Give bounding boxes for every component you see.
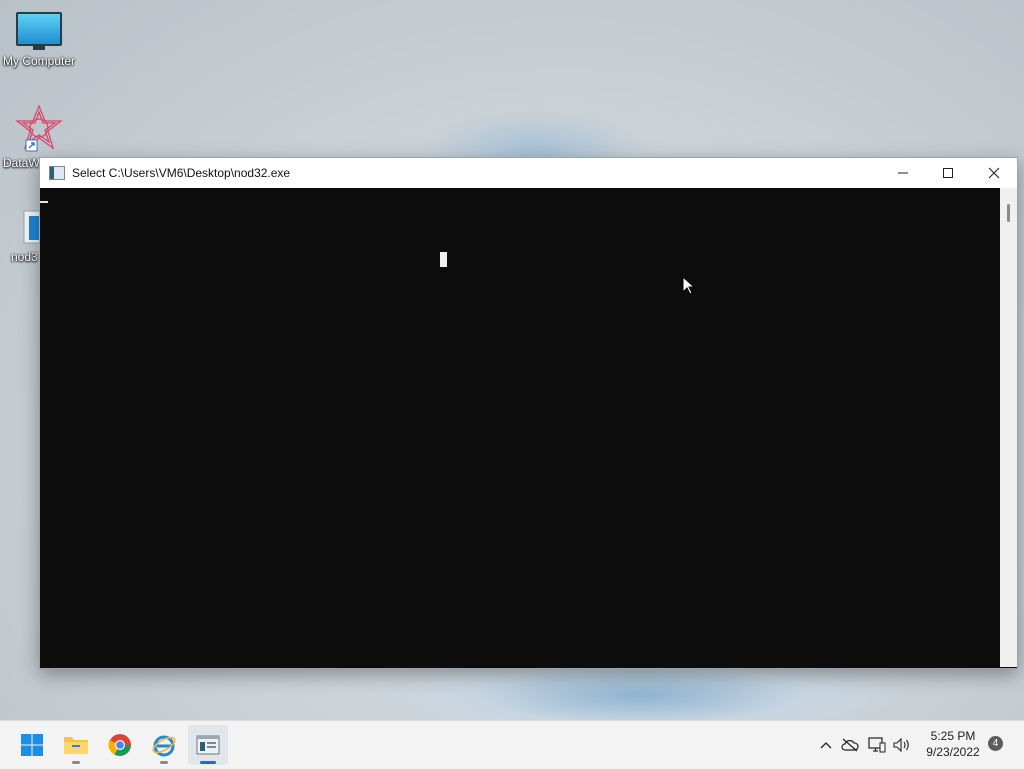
taskbar: 5:25 PM 9/23/2022 <box>0 720 1024 769</box>
chevron-up-icon <box>820 742 832 749</box>
window-title: Select C:\Users\VM6\Desktop\nod32.exe <box>72 166 291 180</box>
running-indicator <box>160 761 168 764</box>
taskbar-internet-explorer[interactable] <box>144 725 184 765</box>
minimize-button[interactable] <box>880 158 926 188</box>
window-titlebar[interactable]: Select C:\Users\VM6\Desktop\nod32.exe <box>40 158 1017 188</box>
console-window[interactable]: Select C:\Users\VM6\Desktop\nod32.exe <box>39 157 1018 669</box>
network-icon <box>868 737 886 753</box>
taskbar-file-explorer[interactable] <box>56 725 96 765</box>
selection-cursor <box>440 252 447 267</box>
dataw-star-icon <box>15 104 63 152</box>
maximize-icon <box>943 168 953 178</box>
monitor-icon <box>16 12 62 50</box>
maximize-button[interactable] <box>925 158 971 188</box>
folder-icon <box>64 737 88 754</box>
onedrive-tray-button[interactable] <box>839 721 861 769</box>
running-indicator <box>72 761 80 764</box>
minimize-icon <box>898 172 908 174</box>
cloud-off-icon <box>841 738 859 752</box>
network-tray-button[interactable] <box>866 721 888 769</box>
mouse-pointer-icon <box>682 276 696 295</box>
clock-date: 9/23/2022 <box>926 745 980 759</box>
clock-time: 5:25 PM <box>930 729 976 743</box>
chrome-icon <box>108 734 131 756</box>
running-indicator-active <box>200 761 216 764</box>
show-hidden-icons-button[interactable] <box>816 721 836 769</box>
close-button[interactable] <box>971 158 1017 188</box>
notification-count-badge[interactable]: 4 <box>988 736 1003 751</box>
desktop-icon-my-computer[interactable]: My Computer <box>0 12 78 68</box>
internet-explorer-icon <box>152 735 176 757</box>
clock-button[interactable]: 5:25 PM 9/23/2022 <box>918 728 988 760</box>
volume-tray-button[interactable] <box>891 721 913 769</box>
desktop-icon-label: My Computer <box>2 54 76 68</box>
console-icon <box>49 166 65 180</box>
close-icon <box>988 167 1000 179</box>
taskbar-console-host[interactable] <box>188 725 228 765</box>
scrollbar-thumb[interactable] <box>1007 204 1010 222</box>
windows-logo-icon <box>21 734 43 756</box>
speaker-icon <box>893 738 909 752</box>
start-button[interactable] <box>12 725 52 765</box>
vertical-scrollbar[interactable] <box>1000 188 1017 667</box>
console-output[interactable] <box>40 188 1000 667</box>
text-cursor <box>40 201 48 203</box>
console-app-icon <box>196 735 220 755</box>
taskbar-chrome[interactable] <box>100 725 140 765</box>
